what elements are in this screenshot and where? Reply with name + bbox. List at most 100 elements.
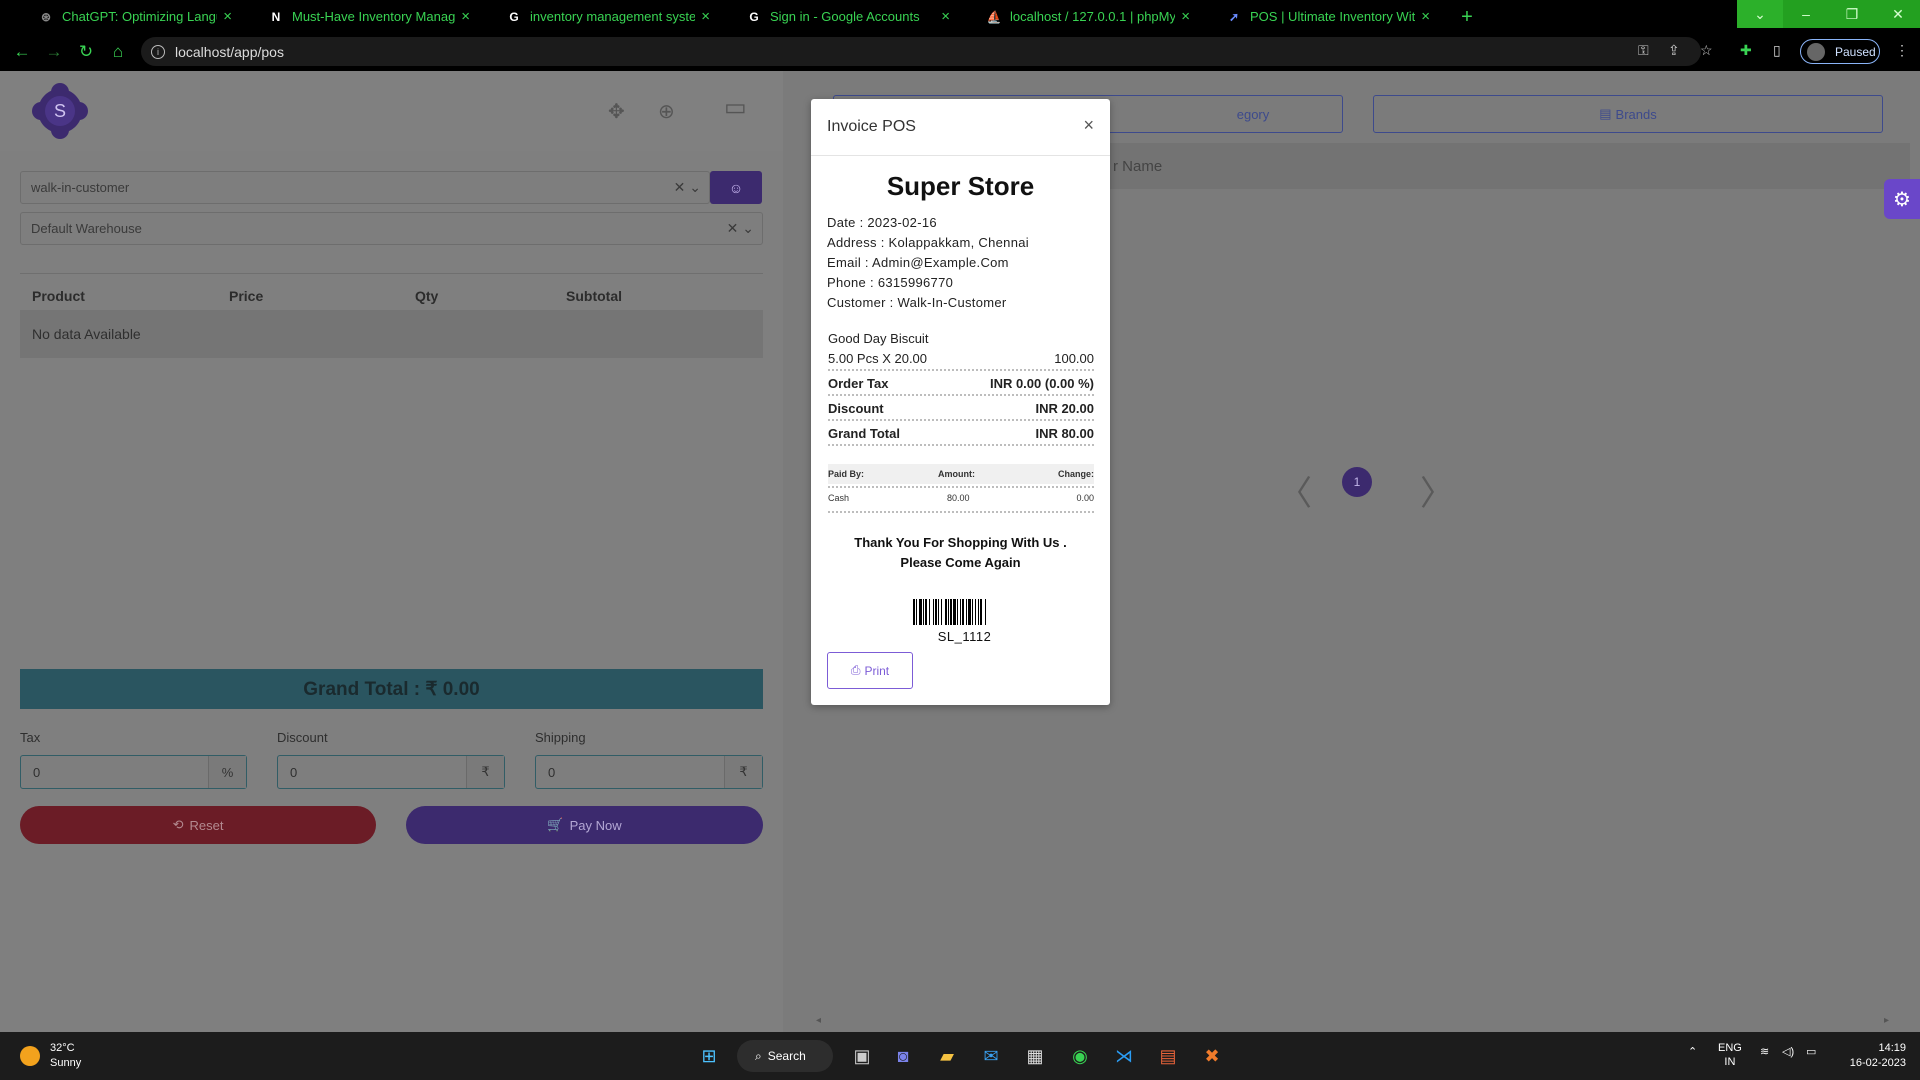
clear-chevron-icon[interactable]: ✕ ⌄	[727, 220, 754, 237]
powerpoint-icon[interactable]: ▤	[1154, 1043, 1182, 1069]
reload-icon[interactable]: ↻	[76, 42, 96, 62]
site-info-icon[interactable]: i	[151, 44, 165, 59]
browser-tab[interactable]: N Must-Have Inventory Manageme ×	[250, 0, 480, 33]
wifi-icon[interactable]: ≋	[1760, 1045, 1769, 1058]
browser-tab[interactable]: G inventory management system p ×	[488, 0, 720, 33]
pager-prev-icon[interactable]: 〈	[1278, 466, 1312, 515]
chatgpt-icon: ⊛	[40, 9, 52, 24]
language-indicator[interactable]: ENG IN	[1718, 1041, 1742, 1069]
discount-label: Discount	[277, 730, 328, 745]
reset-icon: ⟲	[172, 817, 184, 832]
close-window-button[interactable]: ✕	[1875, 0, 1920, 28]
divider	[828, 394, 1094, 396]
language-globe-icon[interactable]: ⊕	[658, 99, 675, 124]
reset-button[interactable]: ⟲ Reset	[20, 806, 376, 844]
browser-tab-strip: ⊛ ChatGPT: Optimizing Language I × N Mus…	[0, 0, 1920, 33]
task-view-icon[interactable]: ▣	[848, 1043, 876, 1069]
rupee-suffix: ₹	[724, 756, 762, 788]
search-icon: ⌕	[755, 1048, 762, 1063]
forward-icon[interactable]: →	[44, 42, 64, 62]
close-tab-icon[interactable]: ×	[941, 8, 950, 25]
close-tab-icon[interactable]: ×	[223, 8, 232, 25]
browser-tab[interactable]: ⊛ ChatGPT: Optimizing Language I ×	[20, 0, 242, 33]
battery-icon[interactable]: ▭	[1806, 1045, 1816, 1058]
invoice-customer: Customer : Walk-In-Customer	[827, 295, 1007, 310]
new-tab-button[interactable]: +	[1453, 3, 1481, 31]
line-item-name: Good Day Biscuit	[828, 331, 929, 346]
user-avatar-icon[interactable]: ▭	[724, 93, 747, 122]
scroll-left-icon[interactable]: ◂	[816, 1015, 821, 1026]
column-qty: Qty	[415, 287, 439, 304]
browser-toolbar: ← → ↻ ⌂ i localhost/app/pos ⚿ ⇪ ☆ ✚ ▯ Pa…	[0, 33, 1920, 71]
shipping-input[interactable]: 0 ₹	[535, 755, 763, 789]
settings-gear-icon[interactable]: ⚙	[1884, 179, 1920, 219]
column-product: Product	[32, 287, 85, 304]
tray-chevron-icon[interactable]: ⌃	[1688, 1045, 1697, 1058]
windows-taskbar: 32°C Sunny ⊞ ⌕ Search ▣ ◙ ▰ ✉ ▦ ◉ ⋊ ▤ ✖ …	[0, 1032, 1920, 1080]
print-button[interactable]: ⎙ Print	[827, 652, 913, 689]
invoice-phone: Phone : 6315996770	[827, 275, 954, 290]
tax-input[interactable]: 0 %	[20, 755, 247, 789]
warehouse-select[interactable]: Default Warehouse ✕ ⌄	[20, 212, 763, 245]
brands-button[interactable]: ▤ Brands	[1373, 95, 1883, 133]
percent-suffix: %	[208, 756, 246, 788]
url-text: localhost/app/pos	[175, 43, 284, 60]
horizontal-scrollbar[interactable]: ◂ ▸	[810, 1015, 1895, 1029]
store-name: Super Store	[886, 171, 1035, 201]
close-tab-icon[interactable]: ×	[1421, 8, 1430, 25]
clear-chevron-icon[interactable]: ✕ ⌄	[674, 179, 701, 196]
file-explorer-icon[interactable]: ▰	[933, 1043, 961, 1069]
fullscreen-icon[interactable]: ✥	[608, 99, 625, 124]
pos-cart-panel: S ✥ ⊕ ▭ walk-in-customer ✕ ⌄ ☺ Default W…	[0, 71, 783, 1033]
share-icon[interactable]: ⇪	[1668, 42, 1680, 59]
mail-icon[interactable]: ✉	[977, 1043, 1005, 1069]
teams-icon[interactable]: ◙	[889, 1043, 917, 1069]
weather-widget[interactable]: 32°C Sunny	[20, 1041, 81, 1071]
close-tab-icon[interactable]: ×	[1181, 8, 1190, 25]
home-icon[interactable]: ⌂	[108, 42, 128, 62]
key-icon[interactable]: ⚿	[1638, 42, 1649, 59]
scroll-right-icon[interactable]: ▸	[1884, 1015, 1889, 1026]
bookmark-star-icon[interactable]: ☆	[1700, 42, 1713, 59]
cart-icon: 🛒	[547, 817, 564, 832]
close-tab-icon[interactable]: ×	[701, 8, 710, 25]
column-subtotal: Subtotal	[566, 287, 622, 304]
tab-search-button[interactable]: ⌄	[1737, 0, 1783, 28]
extensions-icon[interactable]: ✚	[1740, 42, 1752, 59]
pager-next-icon[interactable]: 〉	[1420, 466, 1454, 515]
rupee-suffix: ₹	[466, 756, 504, 788]
back-icon[interactable]: ←	[12, 42, 32, 62]
pay-now-button[interactable]: 🛒 Pay Now	[406, 806, 763, 844]
address-bar[interactable]: i localhost/app/pos	[141, 37, 1701, 66]
browser-tab[interactable]: ⛵ localhost / 127.0.0.1 | phpMyAdr ×	[968, 0, 1200, 33]
brands-icon: ▤	[1599, 106, 1612, 121]
menu-dots-icon[interactable]: ⋮	[1895, 42, 1909, 59]
barcode-text: SL_1112	[937, 629, 992, 644]
add-customer-button[interactable]: ☺	[710, 171, 762, 204]
customer-select[interactable]: walk-in-customer ✕ ⌄	[20, 171, 710, 204]
volume-icon[interactable]: ◁)	[1782, 1045, 1794, 1058]
modal-title: Invoice POS	[827, 118, 916, 135]
discount-row: Discount INR 20.00	[828, 401, 1094, 416]
chrome-icon[interactable]: ◉	[1066, 1043, 1094, 1069]
windows-start-icon[interactable]: ⊞	[695, 1043, 723, 1069]
discount-input[interactable]: 0 ₹	[277, 755, 505, 789]
close-icon[interactable]: ×	[1083, 115, 1094, 136]
page-1-button[interactable]: 1	[1342, 467, 1372, 497]
browser-tab-active[interactable]: ➚ POS | Ultimate Inventory With PC ×	[1208, 0, 1440, 33]
close-tab-icon[interactable]: ×	[461, 8, 470, 25]
clock[interactable]: 14:19 16-02-2023	[1850, 1041, 1906, 1071]
divider	[828, 444, 1094, 446]
store-icon[interactable]: ▦	[1021, 1043, 1049, 1069]
minimize-button[interactable]: –	[1783, 0, 1829, 28]
taskbar-search[interactable]: ⌕ Search	[737, 1040, 833, 1072]
profile-button[interactable]: Paused	[1800, 39, 1880, 64]
side-panel-icon[interactable]: ▯	[1773, 42, 1781, 59]
shipping-label: Shipping	[535, 730, 586, 745]
empty-cart-message: No data Available	[20, 310, 763, 358]
browser-tab[interactable]: G Sign in - Google Accounts ×	[728, 0, 960, 33]
xampp-icon[interactable]: ✖	[1198, 1043, 1226, 1069]
vscode-icon[interactable]: ⋊	[1110, 1043, 1138, 1069]
restore-button[interactable]: ❐	[1829, 0, 1875, 28]
tax-label: Tax	[20, 730, 41, 745]
